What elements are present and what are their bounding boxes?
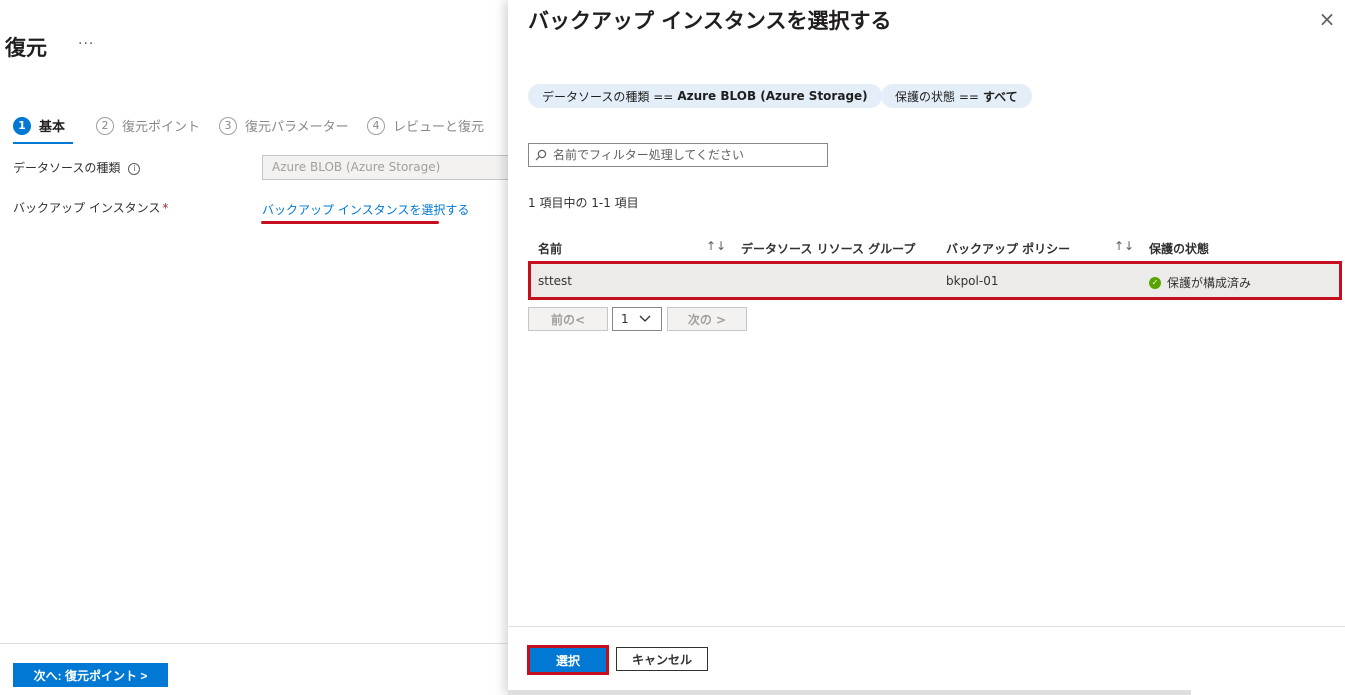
filter-pill-datasource[interactable]: データソースの種類 == Azure BLOB (Azure Storage) [528, 84, 882, 108]
select-backup-instance-panel: バックアップ インスタンスを選択する × データソースの種類 == Azure B… [508, 0, 1345, 695]
next-restore-point-button[interactable]: 次へ: 復元ポイント > [13, 663, 168, 687]
filter-pill-protection-status[interactable]: 保護の状態 == すべて [881, 84, 1032, 108]
footer-divider [508, 626, 1345, 627]
step-number: 2 [96, 116, 114, 135]
step-number: 3 [219, 116, 237, 135]
item-count: 1 項目中の 1-1 項目 [528, 196, 639, 210]
filter-key: 保護の状態 == [895, 89, 979, 104]
required-asterisk: * [162, 201, 169, 215]
bottom-scroll-strip [508, 690, 1191, 695]
datasource-type-label-text: データソースの種類 [13, 161, 121, 175]
cancel-button[interactable]: キャンセル [616, 647, 708, 671]
step-label: レビューと復元 [393, 120, 485, 135]
backup-instance-label-text: バックアップ インスタンス [13, 201, 161, 215]
row-highlight-outline [528, 261, 1342, 300]
more-options-button[interactable]: ··· [78, 36, 94, 52]
next-page-button[interactable]: 次の > [667, 307, 747, 331]
column-header-name[interactable]: 名前 [538, 240, 562, 257]
tab-restore-parameters[interactable]: 3 復元パラメーター [219, 116, 349, 135]
step-label: 基本 [39, 120, 66, 135]
search-box[interactable] [528, 143, 828, 167]
prev-page-button[interactable]: 前の< [528, 307, 608, 331]
datasource-type-field: Azure BLOB (Azure Storage) [262, 155, 522, 180]
page-title: 復元 [5, 36, 47, 60]
filter-value: Azure BLOB (Azure Storage) [677, 89, 868, 103]
sort-icon[interactable]: ↑↓ [706, 239, 726, 253]
step-number: 4 [367, 116, 385, 135]
search-input[interactable] [553, 148, 823, 162]
step-label: 復元パラメーター [245, 120, 349, 135]
tab-review-restore[interactable]: 4 レビューと復元 [367, 116, 484, 135]
tab-basics[interactable]: 1 基本 [13, 116, 65, 135]
close-icon[interactable]: × [1318, 9, 1336, 29]
panel-title: バックアップ インスタンスを選択する [528, 9, 892, 33]
search-icon [535, 149, 547, 161]
select-backup-instance-link[interactable]: バックアップ インスタンスを選択する [262, 201, 469, 218]
sort-icon[interactable]: ↑↓ [1114, 239, 1134, 253]
footer-divider [0, 643, 508, 644]
highlight-underline [261, 221, 439, 224]
info-icon[interactable]: i [128, 162, 141, 175]
column-header-resource-group[interactable]: データソース リソース グループ [741, 240, 915, 257]
chevron-down-icon [639, 315, 651, 322]
filter-value: すべて [982, 89, 1018, 104]
restore-blade: 復元 ··· 1 基本 2 復元ポイント 3 復元パラメーター 4 レビューと復… [0, 0, 522, 695]
column-header-backup-policy[interactable]: バックアップ ポリシー [946, 240, 1070, 257]
step-number: 1 [13, 116, 31, 135]
datasource-type-label: データソースの種類 i [13, 159, 141, 176]
backup-instance-label: バックアップ インスタンス * [13, 199, 168, 216]
page-select[interactable]: 1 [612, 307, 662, 331]
tab-restore-point[interactable]: 2 復元ポイント [96, 116, 200, 135]
column-header-protection-status[interactable]: 保護の状態 [1149, 240, 1209, 257]
filter-key: データソースの種類 == [542, 89, 674, 104]
active-tab-indicator [13, 142, 73, 144]
page-number: 1 [621, 312, 629, 326]
select-highlight-outline [527, 645, 609, 675]
step-label: 復元ポイント [122, 120, 201, 135]
